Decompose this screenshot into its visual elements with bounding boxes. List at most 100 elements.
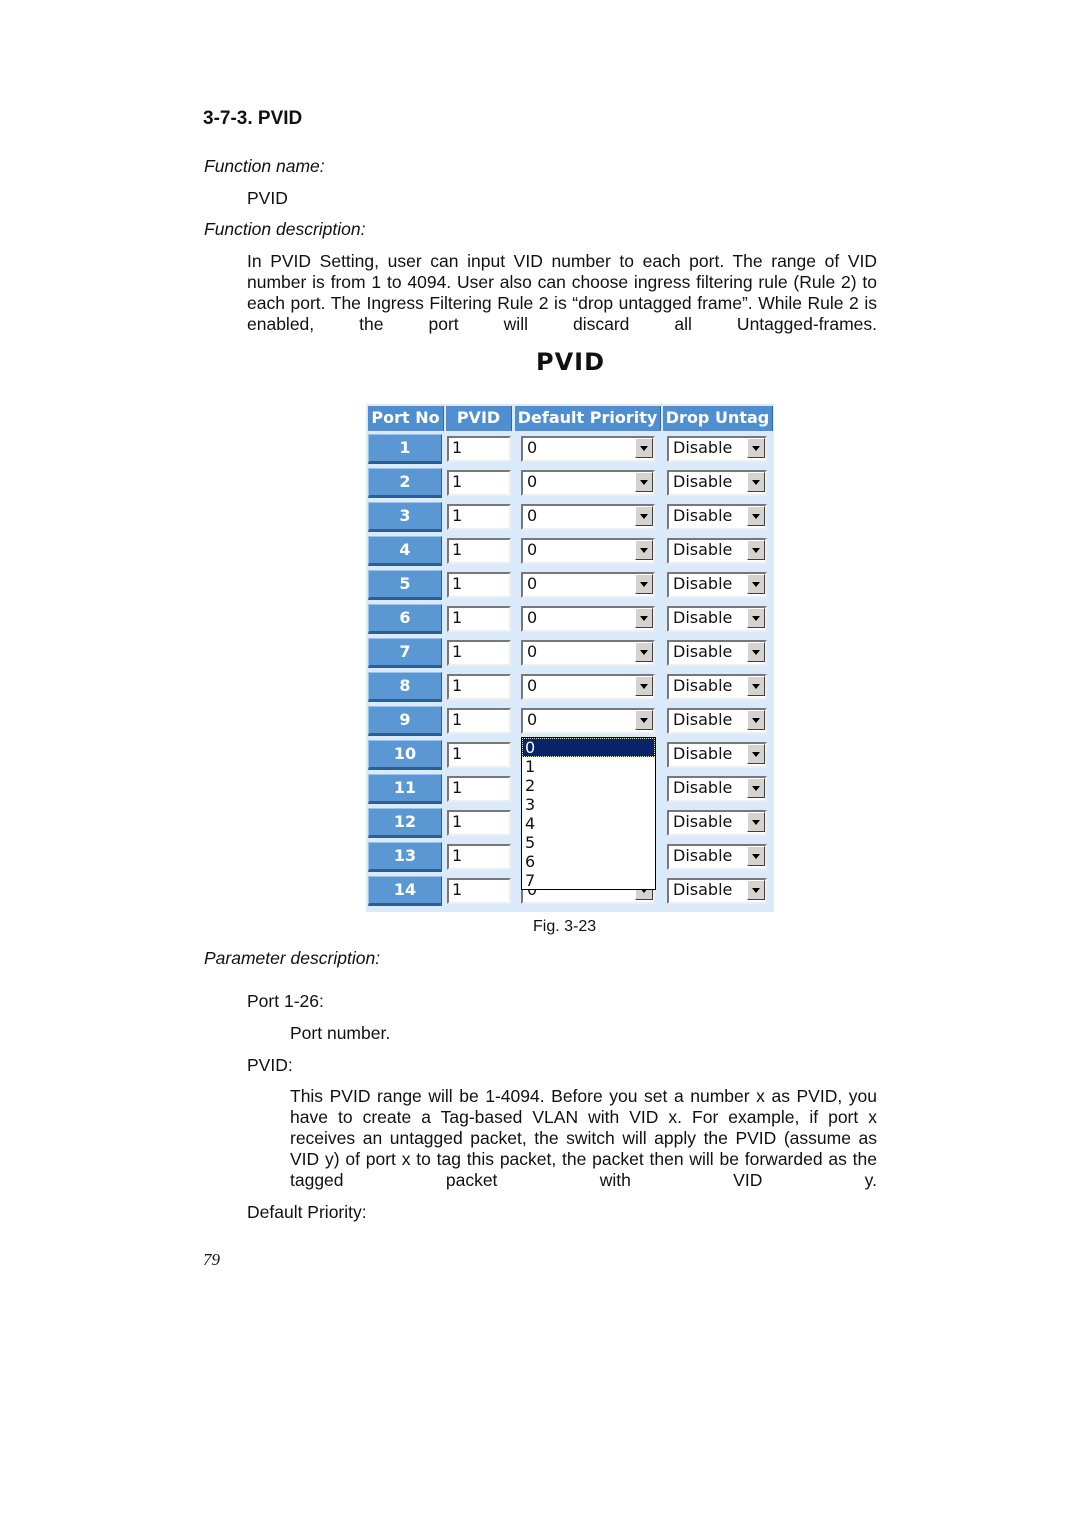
- section-title: 3-7-3. PVID: [203, 108, 303, 129]
- chevron-down-icon[interactable]: [747, 642, 765, 662]
- default-priority-select[interactable]: 0: [521, 436, 655, 462]
- param-desc: Port number.: [290, 1023, 391, 1043]
- select-value: 0: [527, 676, 538, 695]
- pvid-input[interactable]: 1: [447, 470, 511, 496]
- dropdown-option[interactable]: 0: [522, 738, 655, 757]
- function-description-label: Function description:: [204, 219, 366, 239]
- pvid-input[interactable]: 1: [447, 606, 511, 632]
- column-header: Port No: [368, 406, 444, 431]
- port-number: 10: [368, 740, 442, 770]
- pvid-input[interactable]: 1: [447, 776, 511, 802]
- drop-untag-select[interactable]: Disable: [667, 572, 767, 598]
- param-name: Default Priority:: [247, 1202, 367, 1222]
- select-value: Disable: [673, 846, 733, 865]
- drop-untag-select[interactable]: Disable: [667, 436, 767, 462]
- default-priority-select[interactable]: 0: [521, 504, 655, 530]
- chevron-down-icon[interactable]: [747, 472, 765, 492]
- drop-untag-select[interactable]: Disable: [667, 844, 767, 870]
- chevron-down-icon[interactable]: [635, 676, 653, 696]
- select-value: Disable: [673, 880, 733, 899]
- select-value: 0: [527, 472, 538, 491]
- param-name: PVID:: [247, 1055, 293, 1075]
- drop-untag-select[interactable]: Disable: [667, 606, 767, 632]
- drop-untag-select[interactable]: Disable: [667, 674, 767, 700]
- pvid-input[interactable]: 1: [447, 572, 511, 598]
- select-value: Disable: [673, 676, 733, 695]
- select-value: Disable: [673, 744, 733, 763]
- pvid-input[interactable]: 1: [447, 742, 511, 768]
- chevron-down-icon[interactable]: [747, 506, 765, 526]
- function-name-label: Function name:: [204, 156, 325, 176]
- drop-untag-select[interactable]: Disable: [667, 810, 767, 836]
- chevron-down-icon[interactable]: [747, 812, 765, 832]
- dropdown-option[interactable]: 2: [522, 776, 655, 795]
- drop-untag-select[interactable]: Disable: [667, 878, 767, 904]
- select-value: Disable: [673, 710, 733, 729]
- default-priority-select[interactable]: 0: [521, 606, 655, 632]
- param-desc: This PVID range will be 1-4094. Before y…: [290, 1086, 877, 1190]
- chevron-down-icon[interactable]: [635, 540, 653, 560]
- port-number: 5: [368, 570, 442, 600]
- default-priority-select[interactable]: 0: [521, 640, 655, 666]
- chevron-down-icon[interactable]: [635, 574, 653, 594]
- default-priority-select[interactable]: 0: [521, 572, 655, 598]
- dropdown-option[interactable]: 5: [522, 833, 655, 852]
- dropdown-option[interactable]: 6: [522, 852, 655, 871]
- drop-untag-select[interactable]: Disable: [667, 640, 767, 666]
- chevron-down-icon[interactable]: [747, 438, 765, 458]
- chevron-down-icon[interactable]: [747, 778, 765, 798]
- default-priority-select[interactable]: 0: [521, 538, 655, 564]
- pvid-input[interactable]: 1: [447, 708, 511, 734]
- chevron-down-icon[interactable]: [635, 642, 653, 662]
- drop-untag-select[interactable]: Disable: [667, 776, 767, 802]
- chevron-down-icon[interactable]: [747, 744, 765, 764]
- default-priority-select[interactable]: 0: [521, 708, 655, 734]
- dropdown-option[interactable]: 4: [522, 814, 655, 833]
- pvid-input[interactable]: 1: [447, 810, 511, 836]
- ui-title: PVID: [536, 348, 606, 376]
- column-header: Drop Untag: [663, 406, 773, 431]
- port-number: 4: [368, 536, 442, 566]
- select-value: Disable: [673, 506, 733, 525]
- chevron-down-icon[interactable]: [747, 608, 765, 628]
- pvid-input[interactable]: 1: [447, 674, 511, 700]
- chevron-down-icon[interactable]: [635, 438, 653, 458]
- pvid-input[interactable]: 1: [447, 504, 511, 530]
- chevron-down-icon[interactable]: [635, 472, 653, 492]
- select-value: Disable: [673, 472, 733, 491]
- chevron-down-icon[interactable]: [635, 710, 653, 730]
- chevron-down-icon[interactable]: [635, 506, 653, 526]
- default-priority-select[interactable]: 0: [521, 674, 655, 700]
- chevron-down-icon[interactable]: [747, 676, 765, 696]
- port-number: 1: [368, 434, 442, 464]
- chevron-down-icon[interactable]: [747, 540, 765, 560]
- chevron-down-icon[interactable]: [747, 574, 765, 594]
- chevron-down-icon[interactable]: [747, 880, 765, 900]
- select-value: 0: [527, 438, 538, 457]
- select-value: Disable: [673, 540, 733, 559]
- drop-untag-select[interactable]: Disable: [667, 742, 767, 768]
- select-value: 0: [527, 710, 538, 729]
- dropdown-option[interactable]: 3: [522, 795, 655, 814]
- column-header: PVID: [446, 406, 512, 431]
- drop-untag-select[interactable]: Disable: [667, 538, 767, 564]
- pvid-input[interactable]: 1: [447, 538, 511, 564]
- dropdown-option[interactable]: 1: [522, 757, 655, 776]
- drop-untag-select[interactable]: Disable: [667, 708, 767, 734]
- pvid-input[interactable]: 1: [447, 436, 511, 462]
- default-priority-select[interactable]: 0: [521, 470, 655, 496]
- chevron-down-icon[interactable]: [747, 710, 765, 730]
- pvid-input[interactable]: 1: [447, 640, 511, 666]
- page-number: 79: [203, 1250, 220, 1269]
- pvid-input[interactable]: 1: [447, 878, 511, 904]
- select-value: Disable: [673, 642, 733, 661]
- select-value: Disable: [673, 438, 733, 457]
- pvid-input[interactable]: 1: [447, 844, 511, 870]
- chevron-down-icon[interactable]: [635, 608, 653, 628]
- chevron-down-icon[interactable]: [747, 846, 765, 866]
- drop-untag-select[interactable]: Disable: [667, 504, 767, 530]
- port-number: 2: [368, 468, 442, 498]
- drop-untag-select[interactable]: Disable: [667, 470, 767, 496]
- port-number: 6: [368, 604, 442, 634]
- dropdown-option[interactable]: 7: [522, 871, 655, 890]
